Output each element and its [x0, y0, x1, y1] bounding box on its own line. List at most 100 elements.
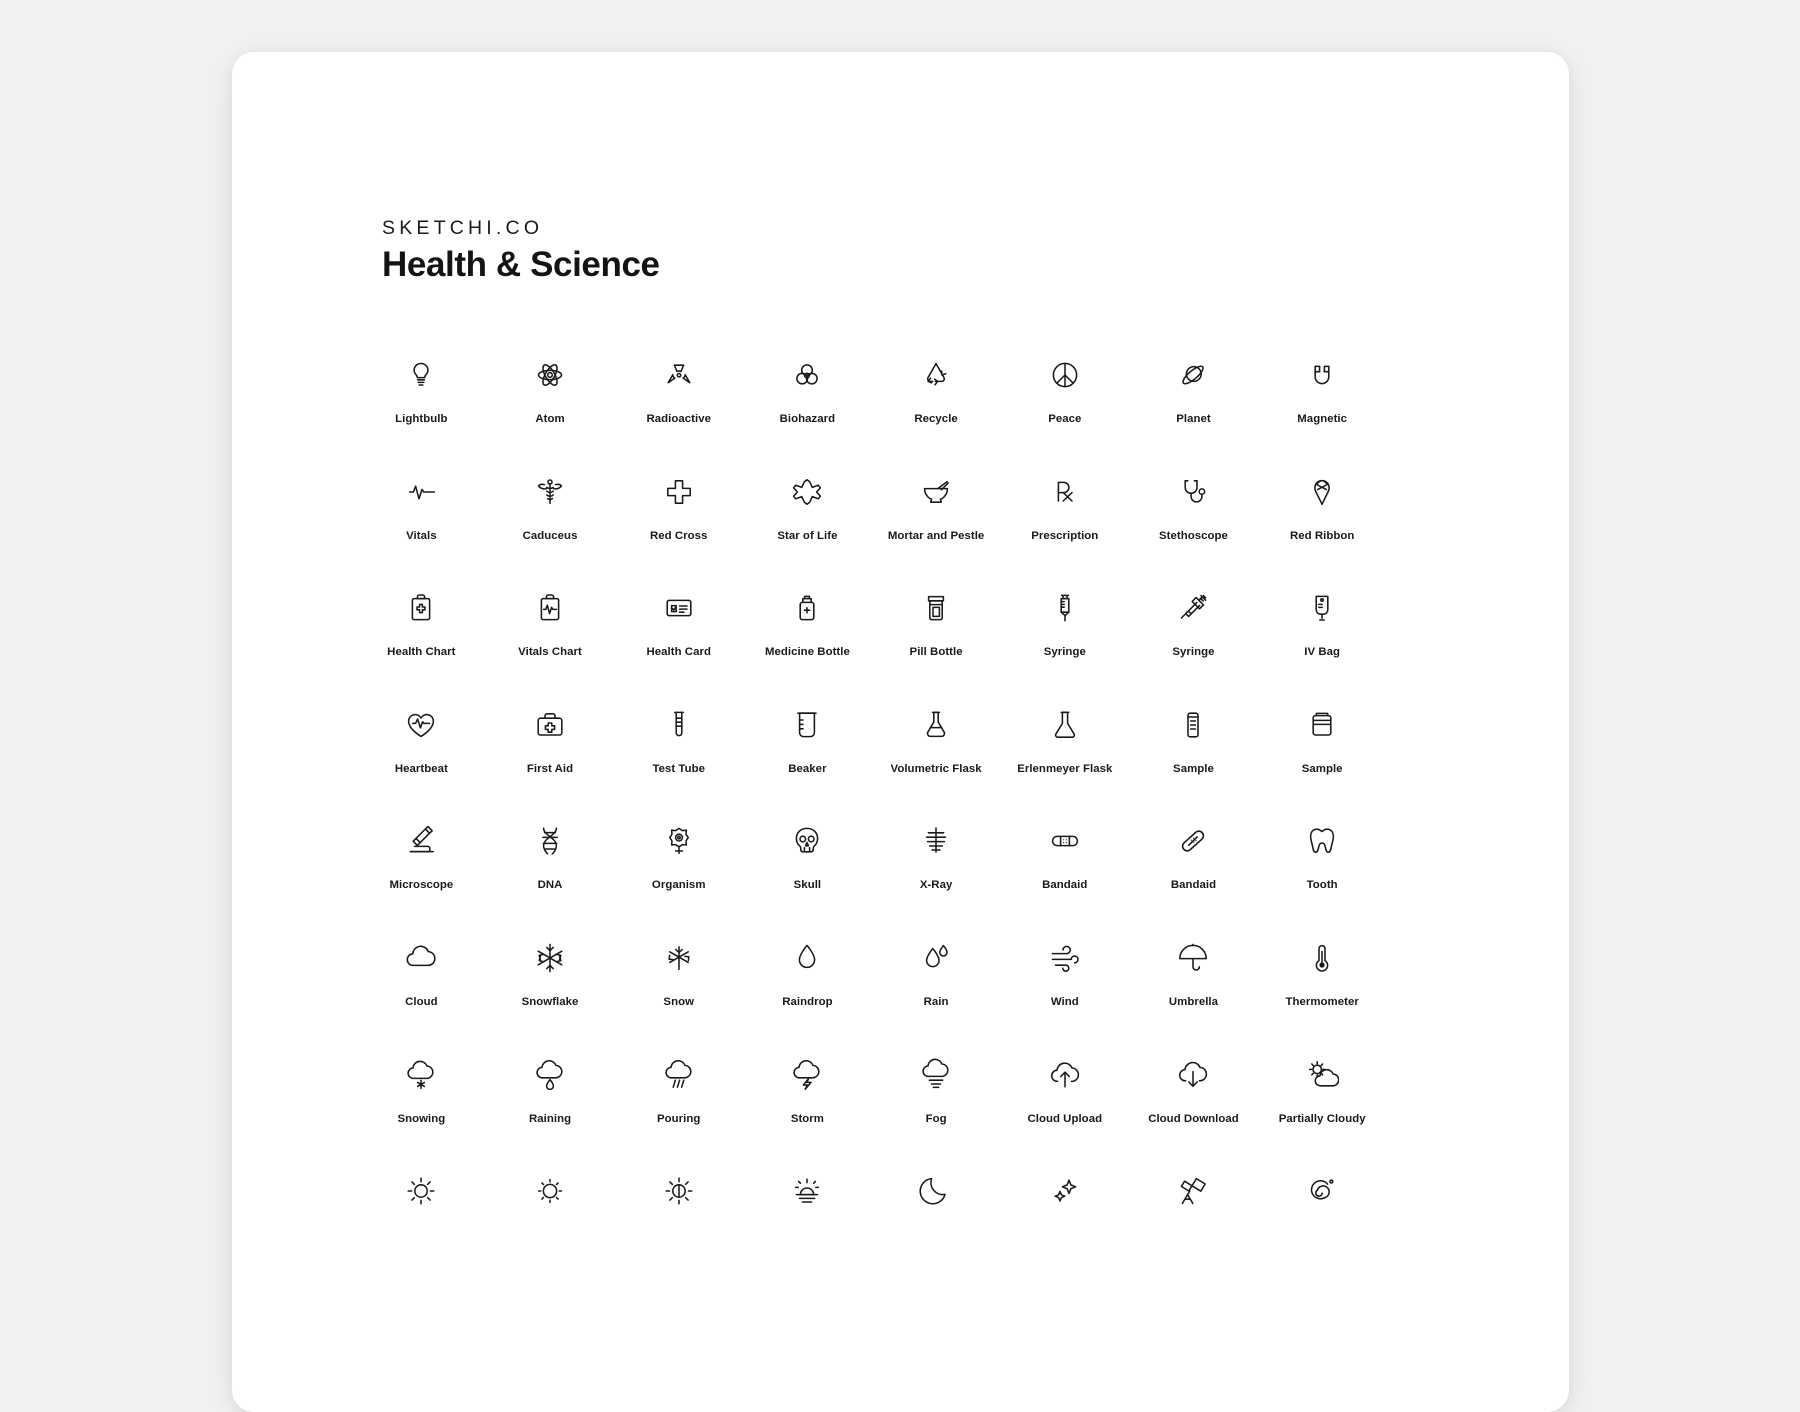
icon-label: Snowing — [397, 1112, 446, 1125]
icon-label: Sample — [1301, 762, 1343, 775]
icon-cell[interactable] — [1129, 1165, 1258, 1282]
icon-cell[interactable]: Skull — [743, 815, 872, 932]
cloud-raining-icon — [533, 1049, 567, 1101]
sun-icon — [404, 1165, 438, 1217]
icon-label: Red Cross — [650, 529, 708, 542]
icon-cell[interactable]: IV Bag — [1258, 582, 1387, 699]
icon-cell[interactable]: Raining — [486, 1049, 615, 1166]
page-title: Health & Science — [382, 245, 660, 285]
icon-sheet-card: SKETCHI.CO Health & Science Lightbulb Ato… — [232, 52, 1569, 1412]
icon-cell[interactable]: Rain — [872, 932, 1001, 1049]
icon-label: Test Tube — [652, 762, 705, 775]
icon-label: Heartbeat — [394, 762, 448, 775]
icon-cell[interactable]: Peace — [1000, 349, 1129, 466]
icon-cell[interactable] — [1000, 1165, 1129, 1282]
icon-cell[interactable]: Recycle — [872, 349, 1001, 466]
beaker-icon — [790, 699, 824, 751]
icon-cell[interactable]: Red Cross — [614, 466, 743, 583]
icon-cell[interactable]: Bandaid — [1000, 815, 1129, 932]
bandaid-diagonal-icon — [1176, 815, 1210, 867]
icon-cell[interactable]: Cloud Upload — [1000, 1049, 1129, 1166]
icon-cell[interactable]: Atom — [486, 349, 615, 466]
icon-cell[interactable] — [614, 1165, 743, 1282]
skull-icon — [790, 815, 824, 867]
icon-cell[interactable]: Vitals — [357, 466, 486, 583]
caduceus-icon — [533, 466, 567, 518]
volumetric-flask-icon — [919, 699, 953, 751]
icon-label: Red Ribbon — [1289, 529, 1355, 542]
icon-cell[interactable]: Snowing — [357, 1049, 486, 1166]
mortar-pestle-icon — [919, 466, 953, 518]
tooth-icon — [1305, 815, 1339, 867]
icon-cell[interactable]: Snowflake — [486, 932, 615, 1049]
icon-cell[interactable]: Cloud — [357, 932, 486, 1049]
icon-cell[interactable]: Tooth — [1258, 815, 1387, 932]
icon-cell[interactable]: Medicine Bottle — [743, 582, 872, 699]
icon-cell[interactable] — [486, 1165, 615, 1282]
icon-cell[interactable]: Lightbulb — [357, 349, 486, 466]
icon-label: Medicine Bottle — [764, 646, 850, 659]
icon-cell[interactable] — [357, 1165, 486, 1282]
icon-label: Atom — [535, 413, 565, 425]
icon-label: Mortar and Pestle — [887, 529, 985, 542]
icon-cell[interactable]: Vitals Chart — [486, 582, 615, 699]
icon-cell[interactable]: Radioactive — [614, 349, 743, 466]
icon-cell[interactable]: Prescription — [1000, 466, 1129, 583]
icon-cell[interactable]: Stethoscope — [1129, 466, 1258, 583]
icon-cell[interactable]: Partially Cloudy — [1258, 1049, 1387, 1166]
icon-label: Vitals — [406, 529, 437, 542]
icon-cell[interactable]: Pouring — [614, 1049, 743, 1166]
icon-label: Bandaid — [1170, 879, 1217, 892]
icon-cell[interactable]: Wind — [1000, 932, 1129, 1049]
recycle-icon — [919, 349, 953, 401]
icon-cell[interactable]: Beaker — [743, 699, 872, 816]
icon-cell[interactable]: Volumetric Flask — [872, 699, 1001, 816]
icon-cell[interactable]: First Aid — [486, 699, 615, 816]
icon-cell[interactable]: Thermometer — [1258, 932, 1387, 1049]
icon-cell[interactable]: Health Card — [614, 582, 743, 699]
icon-label: Volumetric Flask — [890, 762, 982, 775]
icon-cell[interactable]: Star of Life — [743, 466, 872, 583]
icon-cell[interactable]: Sample — [1258, 699, 1387, 816]
rain-icon — [919, 932, 953, 984]
icon-cell[interactable]: Test Tube — [614, 699, 743, 816]
icon-cell[interactable]: Raindrop — [743, 932, 872, 1049]
icon-label: Cloud Download — [1148, 1112, 1239, 1125]
icon-cell[interactable]: Caduceus — [486, 466, 615, 583]
icon-label: Syringe — [1043, 646, 1086, 659]
icon-cell[interactable]: Snow — [614, 932, 743, 1049]
icon-cell[interactable]: Bandaid — [1129, 815, 1258, 932]
icon-cell[interactable] — [743, 1165, 872, 1282]
icon-label: Cloud — [405, 995, 438, 1008]
icon-cell[interactable]: Fog — [872, 1049, 1001, 1166]
icon-cell[interactable]: Sample — [1129, 699, 1258, 816]
icon-label: Bandaid — [1042, 879, 1088, 892]
syringe-upright-icon — [1048, 582, 1082, 634]
heartbeat-icon — [404, 699, 438, 751]
icon-cell[interactable]: Cloud Download — [1129, 1049, 1258, 1166]
sun-outline-icon — [533, 1165, 567, 1217]
icon-cell[interactable]: Organism — [614, 815, 743, 932]
icon-label: Thermometer — [1285, 995, 1359, 1008]
icon-cell[interactable]: Microscope — [357, 815, 486, 932]
icon-cell[interactable] — [872, 1165, 1001, 1282]
icon-label: Magnetic — [1297, 413, 1348, 425]
icon-cell[interactable]: Heartbeat — [357, 699, 486, 816]
icon-cell[interactable]: Pill Bottle — [872, 582, 1001, 699]
icon-cell[interactable]: Magnetic — [1258, 349, 1387, 466]
icon-cell[interactable]: Planet — [1129, 349, 1258, 466]
icon-cell[interactable]: Syringe — [1129, 582, 1258, 699]
icon-cell[interactable]: Mortar and Pestle — [872, 466, 1001, 583]
icon-label: Rain — [923, 995, 949, 1008]
icon-cell[interactable]: Biohazard — [743, 349, 872, 466]
icon-cell[interactable] — [1258, 1165, 1387, 1282]
icon-label: Raining — [528, 1112, 572, 1125]
icon-cell[interactable]: Syringe — [1000, 582, 1129, 699]
icon-cell[interactable]: Health Chart — [357, 582, 486, 699]
icon-cell[interactable]: Umbrella — [1129, 932, 1258, 1049]
icon-cell[interactable]: Erlenmeyer Flask — [1000, 699, 1129, 816]
icon-cell[interactable]: Red Ribbon — [1258, 466, 1387, 583]
icon-cell[interactable]: DNA — [486, 815, 615, 932]
icon-cell[interactable]: Storm — [743, 1049, 872, 1166]
icon-cell[interactable]: X-Ray — [872, 815, 1001, 932]
